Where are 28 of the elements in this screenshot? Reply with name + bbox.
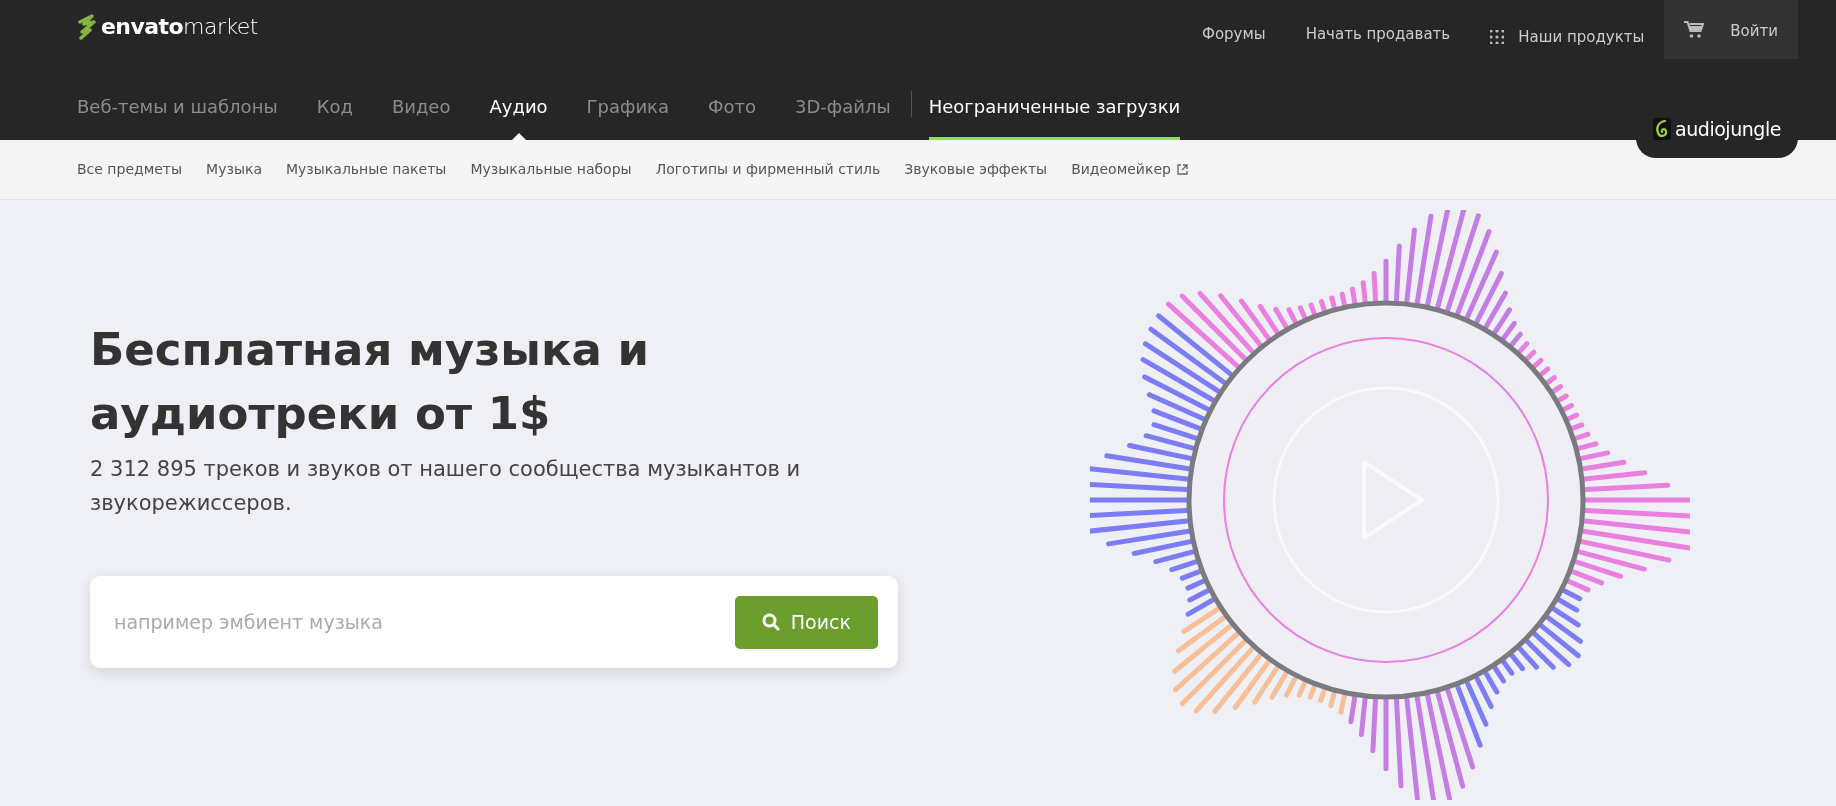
login-button[interactable]: Войти	[1664, 0, 1798, 59]
hero-heading: Бесплатная музыка и аудиотреки от 1$	[90, 322, 650, 442]
envato-market-logo[interactable]: envatomarket	[101, 16, 258, 38]
hero-subtitle: 2 312 895 треков и звуков от нашего сообщества музыкантов и звукорежиссеров.	[90, 456, 802, 517]
cart-icon	[1684, 20, 1705, 39]
category-tab[interactable]: 3D-файлы	[795, 88, 891, 140]
subnav-link[interactable]: Все предметы	[77, 159, 183, 180]
subnav-link[interactable]: Видеомейкер	[1071, 159, 1188, 180]
category-tab[interactable]: Код	[316, 88, 353, 140]
search-input[interactable]: например эмбиент музыка	[114, 607, 674, 637]
subnav-link[interactable]: Музыкальные наборы	[470, 159, 632, 180]
external-link-icon	[1176, 164, 1188, 175]
subnav-link[interactable]: Звуковые эффекты	[904, 159, 1048, 180]
category-tab[interactable]: Видео	[391, 88, 451, 140]
nav-link[interactable]: Начать продавать	[1305, 23, 1451, 46]
subnav-link[interactable]: Логотипы и фирменный стиль	[655, 159, 881, 180]
swirl-icon	[1653, 118, 1672, 140]
grid-icon	[1490, 30, 1505, 45]
category-tab[interactable]: Фото	[708, 88, 757, 140]
subnav-link[interactable]: Музыка	[206, 159, 262, 180]
category-tab[interactable]: Графика	[586, 88, 670, 140]
category-tab[interactable]: Веб-темы и шаблоны	[77, 88, 278, 140]
audio-visualizer-drawing[interactable]	[1090, 210, 1690, 800]
logo-leaf-icon	[77, 14, 97, 40]
subnav-link[interactable]: Музыкальные пакеты	[286, 159, 447, 180]
search-icon	[761, 613, 780, 631]
nav-link[interactable]: Форумы	[1201, 23, 1266, 46]
products-menu[interactable]: Наши продукты	[1490, 20, 1645, 49]
